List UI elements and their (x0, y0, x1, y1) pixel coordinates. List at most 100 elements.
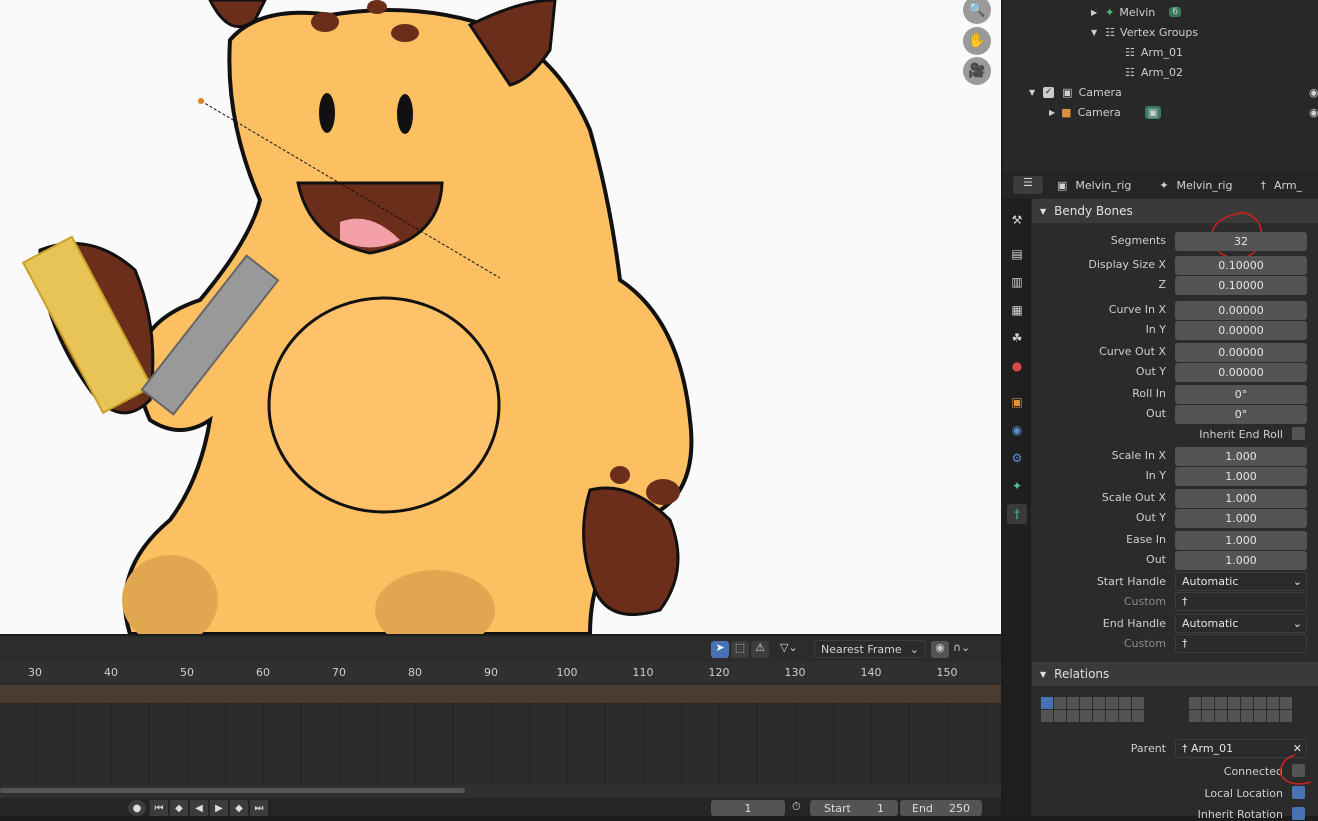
end-frame-field[interactable]: End 250 (900, 800, 982, 816)
start-handle-dropdown[interactable]: Automatic ⌄ (1175, 572, 1307, 591)
bone-layer-toggle[interactable] (1067, 710, 1079, 722)
camera-view-icon[interactable]: 🎥 (963, 57, 991, 85)
bendy-row-field[interactable]: 0.00000 (1175, 343, 1307, 362)
collapse-arrow-icon[interactable]: ▼ (1091, 28, 1097, 37)
custom-start-field[interactable]: † (1175, 592, 1307, 611)
armature-tab-icon[interactable]: ✦ (1007, 476, 1027, 496)
bone-layer-toggle[interactable] (1119, 697, 1131, 709)
prev-keyframe-icon[interactable]: ◆ (170, 800, 188, 816)
box-select-icon[interactable]: ⬚ (731, 641, 749, 658)
bone-layer-toggle[interactable] (1041, 697, 1053, 709)
breadcrumb-bone[interactable]: Arm_ (1274, 179, 1302, 192)
bone-layer-toggle[interactable] (1254, 697, 1266, 709)
jump-start-icon[interactable]: ⏮ (150, 800, 168, 816)
outliner-row-melvin[interactable]: ▶ ✦ Melvin 6 (1003, 2, 1318, 22)
horizontal-scrollbar[interactable] (0, 788, 465, 793)
expand-arrow-icon[interactable]: ▶ (1049, 108, 1055, 117)
bone-layer-toggle[interactable] (1254, 710, 1266, 722)
filter-icon[interactable]: ▽⌄ (780, 641, 806, 658)
bendy-row-field[interactable]: 1.000 (1175, 489, 1307, 508)
inherit-rotation-checkbox[interactable] (1292, 807, 1305, 820)
snap-mode-dropdown[interactable]: Nearest Frame ⌄ (814, 640, 926, 658)
output-tab-icon[interactable]: ▥ (1007, 272, 1027, 292)
start-frame-field[interactable]: Start 1 (810, 800, 898, 816)
bone-layer-toggle[interactable] (1267, 710, 1279, 722)
modifier-badge-icon[interactable]: 6 (1169, 7, 1181, 17)
end-handle-dropdown[interactable]: Automatic ⌄ (1175, 614, 1307, 633)
bendy-row-field[interactable]: 1.000 (1175, 551, 1307, 570)
bone-layer-toggle[interactable] (1241, 697, 1253, 709)
bone-layer-toggle[interactable] (1280, 710, 1292, 722)
bone-layer-toggle[interactable] (1241, 710, 1253, 722)
bone-layer-toggle[interactable] (1202, 710, 1214, 722)
physics-tab-icon[interactable]: ◉ (1007, 420, 1027, 440)
keyframe-area[interactable] (0, 703, 1001, 785)
bone-layer-toggle[interactable] (1106, 710, 1118, 722)
bone-layer-toggle[interactable] (1041, 710, 1053, 722)
stopwatch-icon[interactable]: ⏱ (792, 800, 801, 814)
bone-layer-toggle[interactable] (1054, 697, 1066, 709)
editor-type-icon[interactable]: ☰ (1013, 176, 1043, 194)
bone-layer-toggle[interactable] (1119, 710, 1131, 722)
eye-icon[interactable]: ◉ (1309, 86, 1318, 99)
jump-end-icon[interactable]: ⏭ (250, 800, 268, 816)
bone-layer-toggle[interactable] (1093, 697, 1105, 709)
play-icon[interactable]: ▶ (210, 800, 228, 816)
relations-panel-header[interactable]: ▼ Relations (1032, 662, 1318, 686)
outliner-row-arm-01[interactable]: ☷ Arm_01 (1003, 42, 1318, 62)
scene-tab-icon[interactable]: ☘ (1007, 328, 1027, 348)
breadcrumb-object[interactable]: Melvin_rig (1075, 179, 1131, 192)
custom-end-field[interactable]: † (1175, 634, 1307, 653)
bone-layer-toggle[interactable] (1132, 697, 1144, 709)
bendy-row-field[interactable]: 1.000 (1175, 467, 1307, 486)
3d-viewport[interactable]: 🔍 ✋ 🎥 (0, 0, 1001, 634)
select-tool-icon[interactable]: ➤ (711, 641, 729, 658)
bendy-bones-panel-header[interactable]: ▼ Bendy Bones (1032, 199, 1318, 223)
eye-icon[interactable]: ◉ (1309, 106, 1318, 119)
outliner-row-vertex-groups[interactable]: ▼ ☷ Vertex Groups (1003, 22, 1318, 42)
hand-pan-icon[interactable]: ✋ (963, 27, 991, 55)
world-tab-icon[interactable]: ● (1007, 356, 1027, 376)
current-frame-field[interactable]: 1 (711, 800, 785, 816)
bone-layer-toggle[interactable] (1280, 697, 1292, 709)
bone-tab-icon[interactable]: † (1007, 504, 1027, 524)
constraints-tab-icon[interactable]: ⚙ (1007, 448, 1027, 468)
view-layer-tab-icon[interactable]: ▦ (1007, 300, 1027, 320)
warning-icon[interactable]: ⚠ (751, 641, 769, 658)
bendy-row-field[interactable]: 32 (1175, 232, 1307, 251)
render-tab-icon[interactable]: ▤ (1007, 244, 1027, 264)
bendy-row-field[interactable]: 0.10000 (1175, 256, 1307, 275)
bone-layer-toggle[interactable] (1267, 697, 1279, 709)
bone-layer-toggle[interactable] (1106, 697, 1118, 709)
bone-layer-toggle[interactable] (1080, 697, 1092, 709)
bone-layer-toggle[interactable] (1215, 697, 1227, 709)
outliner[interactable]: ▶ ✦ Melvin 6 ▼ ☷ Vertex Groups ☷ Arm_01 … (1003, 0, 1318, 164)
timeline-editor[interactable]: ➤ ⬚ ⚠ ▽⌄ Nearest Frame ⌄ ◉ ∩⌄ 30 40 50 60 70… (0, 636, 1001, 816)
bone-layer-toggle[interactable] (1189, 710, 1201, 722)
bone-layer-toggle[interactable] (1202, 697, 1214, 709)
bendy-row-field[interactable]: 1.000 (1175, 509, 1307, 528)
expand-arrow-icon[interactable]: ▶ (1091, 8, 1097, 17)
record-icon[interactable]: ● (128, 800, 146, 816)
outliner-row-arm-02[interactable]: ☷ Arm_02 (1003, 62, 1318, 82)
proportional-edit-icon[interactable]: ◉ (931, 641, 949, 658)
inherit-end-roll-checkbox[interactable] (1292, 427, 1305, 440)
camera-data-icon[interactable]: ▣ (1144, 105, 1162, 119)
collapse-arrow-icon[interactable]: ▼ (1029, 88, 1035, 97)
bendy-row-field[interactable]: 1.000 (1175, 447, 1307, 466)
bendy-row-field[interactable]: 0.00000 (1175, 301, 1307, 320)
properties-editor[interactable]: ☰ ▣ Melvin_rig ✦ Melvin_rig † Arm_ ⚒ ▤ ▥… (1003, 172, 1318, 821)
bendy-row-field[interactable]: 0° (1175, 385, 1307, 404)
next-keyframe-icon[interactable]: ◆ (230, 800, 248, 816)
bone-layer-toggle[interactable] (1054, 710, 1066, 722)
falloff-curve-icon[interactable]: ∩⌄ (953, 641, 983, 658)
frame-ruler[interactable]: 30 40 50 60 70 80 90 100 110 120 130 140 150 (0, 662, 1001, 684)
object-tab-icon[interactable]: ▣ (1007, 392, 1027, 412)
bone-layer-toggle[interactable] (1132, 710, 1144, 722)
bone-layer-toggle[interactable] (1067, 697, 1079, 709)
bone-layer-toggle[interactable] (1093, 710, 1105, 722)
bendy-row-field[interactable]: 0.00000 (1175, 321, 1307, 340)
bendy-row-field[interactable]: 0.10000 (1175, 276, 1307, 295)
bendy-row-field[interactable]: 0.00000 (1175, 363, 1307, 382)
bone-layer-toggle[interactable] (1080, 710, 1092, 722)
